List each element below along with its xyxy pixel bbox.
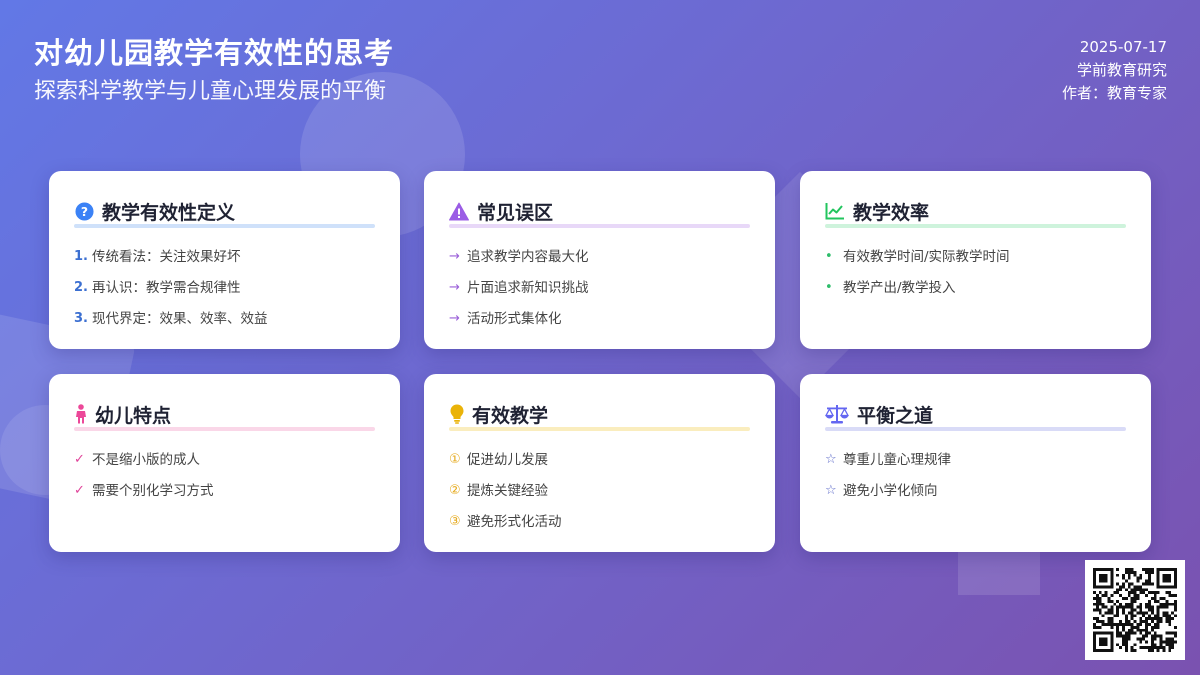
line-chart-icon — [825, 201, 845, 221]
arrow-right-icon: → — [449, 248, 460, 264]
list-item: ③ 避免形式化活动 — [449, 506, 750, 537]
list-text: 有效教学时间/实际教学时间 — [843, 248, 1010, 265]
list-text: 活动形式集体化 — [467, 310, 562, 327]
list-item: • 教学产出/教学投入 — [825, 272, 1126, 303]
card-header: 常见误区 — [449, 199, 750, 228]
list-item: 3. 现代界定：效果、效率、效益 — [74, 303, 375, 334]
title-underline — [449, 224, 750, 228]
list-marker: 1. — [74, 248, 88, 264]
title-underline — [449, 427, 750, 431]
page-title: 对幼儿园教学有效性的思考 — [34, 36, 395, 70]
title-underline — [825, 427, 1126, 431]
qr-code-icon — [1093, 568, 1177, 652]
list-item: 1. 传统看法：关注效果好坏 — [74, 241, 375, 272]
warning-triangle-icon — [449, 201, 469, 221]
list-marker: ① — [449, 451, 461, 467]
list-marker: ③ — [449, 513, 461, 529]
list-text: 促进幼儿发展 — [467, 451, 548, 468]
check-icon: ✓ — [74, 451, 85, 467]
qr-code[interactable] — [1085, 560, 1185, 660]
check-icon: ✓ — [74, 482, 85, 498]
list-text: 传统看法：关注效果好坏 — [92, 248, 241, 265]
card-teaching-efficiency: 教学效率 • 有效教学时间/实际教学时间 • 教学产出/教学投入 — [800, 171, 1151, 349]
category-text: 学前教育研究 — [1076, 61, 1167, 79]
lightbulb-icon — [449, 404, 465, 424]
title-underline — [825, 224, 1126, 228]
card-list: • 有效教学时间/实际教学时间 • 教学产出/教学投入 — [825, 241, 1126, 303]
svg-text:?: ? — [80, 204, 87, 218]
card-list: ① 促进幼儿发展 ② 提炼关键经验 ③ 避免形式化活动 — [449, 444, 750, 537]
header-left: 对幼儿园教学有效性的思考 探索科学教学与儿童心理发展的平衡 — [34, 34, 394, 108]
star-icon: ☆ — [825, 482, 837, 498]
list-text: 现代界定：效果、效率、效益 — [92, 310, 268, 327]
card-list: ✓ 不是缩小版的成人 ✓ 需要个别化学习方式 — [74, 444, 375, 506]
list-item: • 有效教学时间/实际教学时间 — [825, 241, 1126, 272]
card-way-of-balance: 平衡之道 ☆ 尊重儿童心理规律 ☆ 避免小学化倾向 — [800, 374, 1151, 552]
list-item: 2. 再认识：教学需合规律性 — [74, 272, 375, 303]
list-text: 提炼关键经验 — [467, 482, 548, 499]
list-text: 尊重儿童心理规律 — [843, 451, 951, 468]
card-teaching-effectiveness-definition: ? 教学有效性定义 1. 传统看法：关注效果好坏 2. 再认识：教学需合规律性 3.… — [49, 171, 400, 349]
star-icon: ☆ — [825, 451, 837, 467]
bullet-dot-icon: • — [825, 248, 833, 264]
arrow-right-icon: → — [449, 279, 460, 295]
card-title: 常见误区 — [477, 201, 554, 224]
list-marker: ② — [449, 482, 461, 498]
list-item: → 追求教学内容最大化 — [449, 241, 750, 272]
card-list: ☆ 尊重儿童心理规律 ☆ 避免小学化倾向 — [825, 444, 1126, 506]
card-title: 教学效率 — [853, 201, 930, 224]
card-title: 有效教学 — [472, 404, 549, 427]
card-title: 幼儿特点 — [95, 404, 172, 427]
card-header: 平衡之道 — [825, 402, 1126, 431]
list-item: ☆ 避免小学化倾向 — [825, 475, 1126, 506]
card-header: 有效教学 — [449, 402, 750, 431]
question-circle-icon: ? — [74, 201, 94, 221]
list-item: → 片面追求新知识挑战 — [449, 272, 750, 303]
card-header: 幼儿特点 — [74, 402, 375, 431]
list-item: ① 促进幼儿发展 — [449, 444, 750, 475]
list-marker: 3. — [74, 310, 88, 326]
card-header: ? 教学有效性定义 — [74, 199, 375, 228]
list-text: 追求教学内容最大化 — [467, 248, 589, 265]
date-text: 2025-07-17 — [1079, 38, 1167, 56]
balance-scale-icon — [825, 404, 849, 424]
title-underline — [74, 224, 375, 228]
header-meta: 2025-07-17 学前教育研究 作者：教育专家 — [1062, 36, 1167, 105]
list-text: 不是缩小版的成人 — [92, 451, 200, 468]
list-item: → 活动形式集体化 — [449, 303, 750, 334]
list-text: 教学产出/教学投入 — [843, 279, 956, 296]
card-effective-teaching: 有效教学 ① 促进幼儿发展 ② 提炼关键经验 ③ 避免形式化活动 — [424, 374, 775, 552]
card-title: 教学有效性定义 — [102, 201, 236, 224]
bullet-dot-icon: • — [825, 279, 833, 295]
list-text: 避免形式化活动 — [467, 513, 562, 530]
list-item: ✓ 需要个别化学习方式 — [74, 475, 375, 506]
title-underline — [74, 427, 375, 431]
child-icon — [74, 404, 88, 424]
arrow-right-icon: → — [449, 310, 460, 326]
card-header: 教学效率 — [825, 199, 1126, 228]
list-marker: 2. — [74, 279, 88, 295]
card-list: → 追求教学内容最大化 → 片面追求新知识挑战 → 活动形式集体化 — [449, 241, 750, 334]
author-text: 作者：教育专家 — [1061, 84, 1167, 102]
list-text: 再认识：教学需合规律性 — [92, 279, 241, 296]
card-child-characteristics: 幼儿特点 ✓ 不是缩小版的成人 ✓ 需要个别化学习方式 — [49, 374, 400, 552]
card-common-misconceptions: 常见误区 → 追求教学内容最大化 → 片面追求新知识挑战 → 活动形式集体化 — [424, 171, 775, 349]
card-list: 1. 传统看法：关注效果好坏 2. 再认识：教学需合规律性 3. 现代界定：效果、效率… — [74, 241, 375, 334]
list-item: ☆ 尊重儿童心理规律 — [825, 444, 1126, 475]
page-subtitle: 探索科学教学与儿童心理发展的平衡 — [34, 79, 387, 104]
list-item: ✓ 不是缩小版的成人 — [74, 444, 375, 475]
list-item: ② 提炼关键经验 — [449, 475, 750, 506]
list-text: 片面追求新知识挑战 — [467, 279, 589, 296]
list-text: 需要个别化学习方式 — [92, 482, 214, 499]
card-title: 平衡之道 — [857, 404, 934, 427]
list-text: 避免小学化倾向 — [843, 482, 938, 499]
